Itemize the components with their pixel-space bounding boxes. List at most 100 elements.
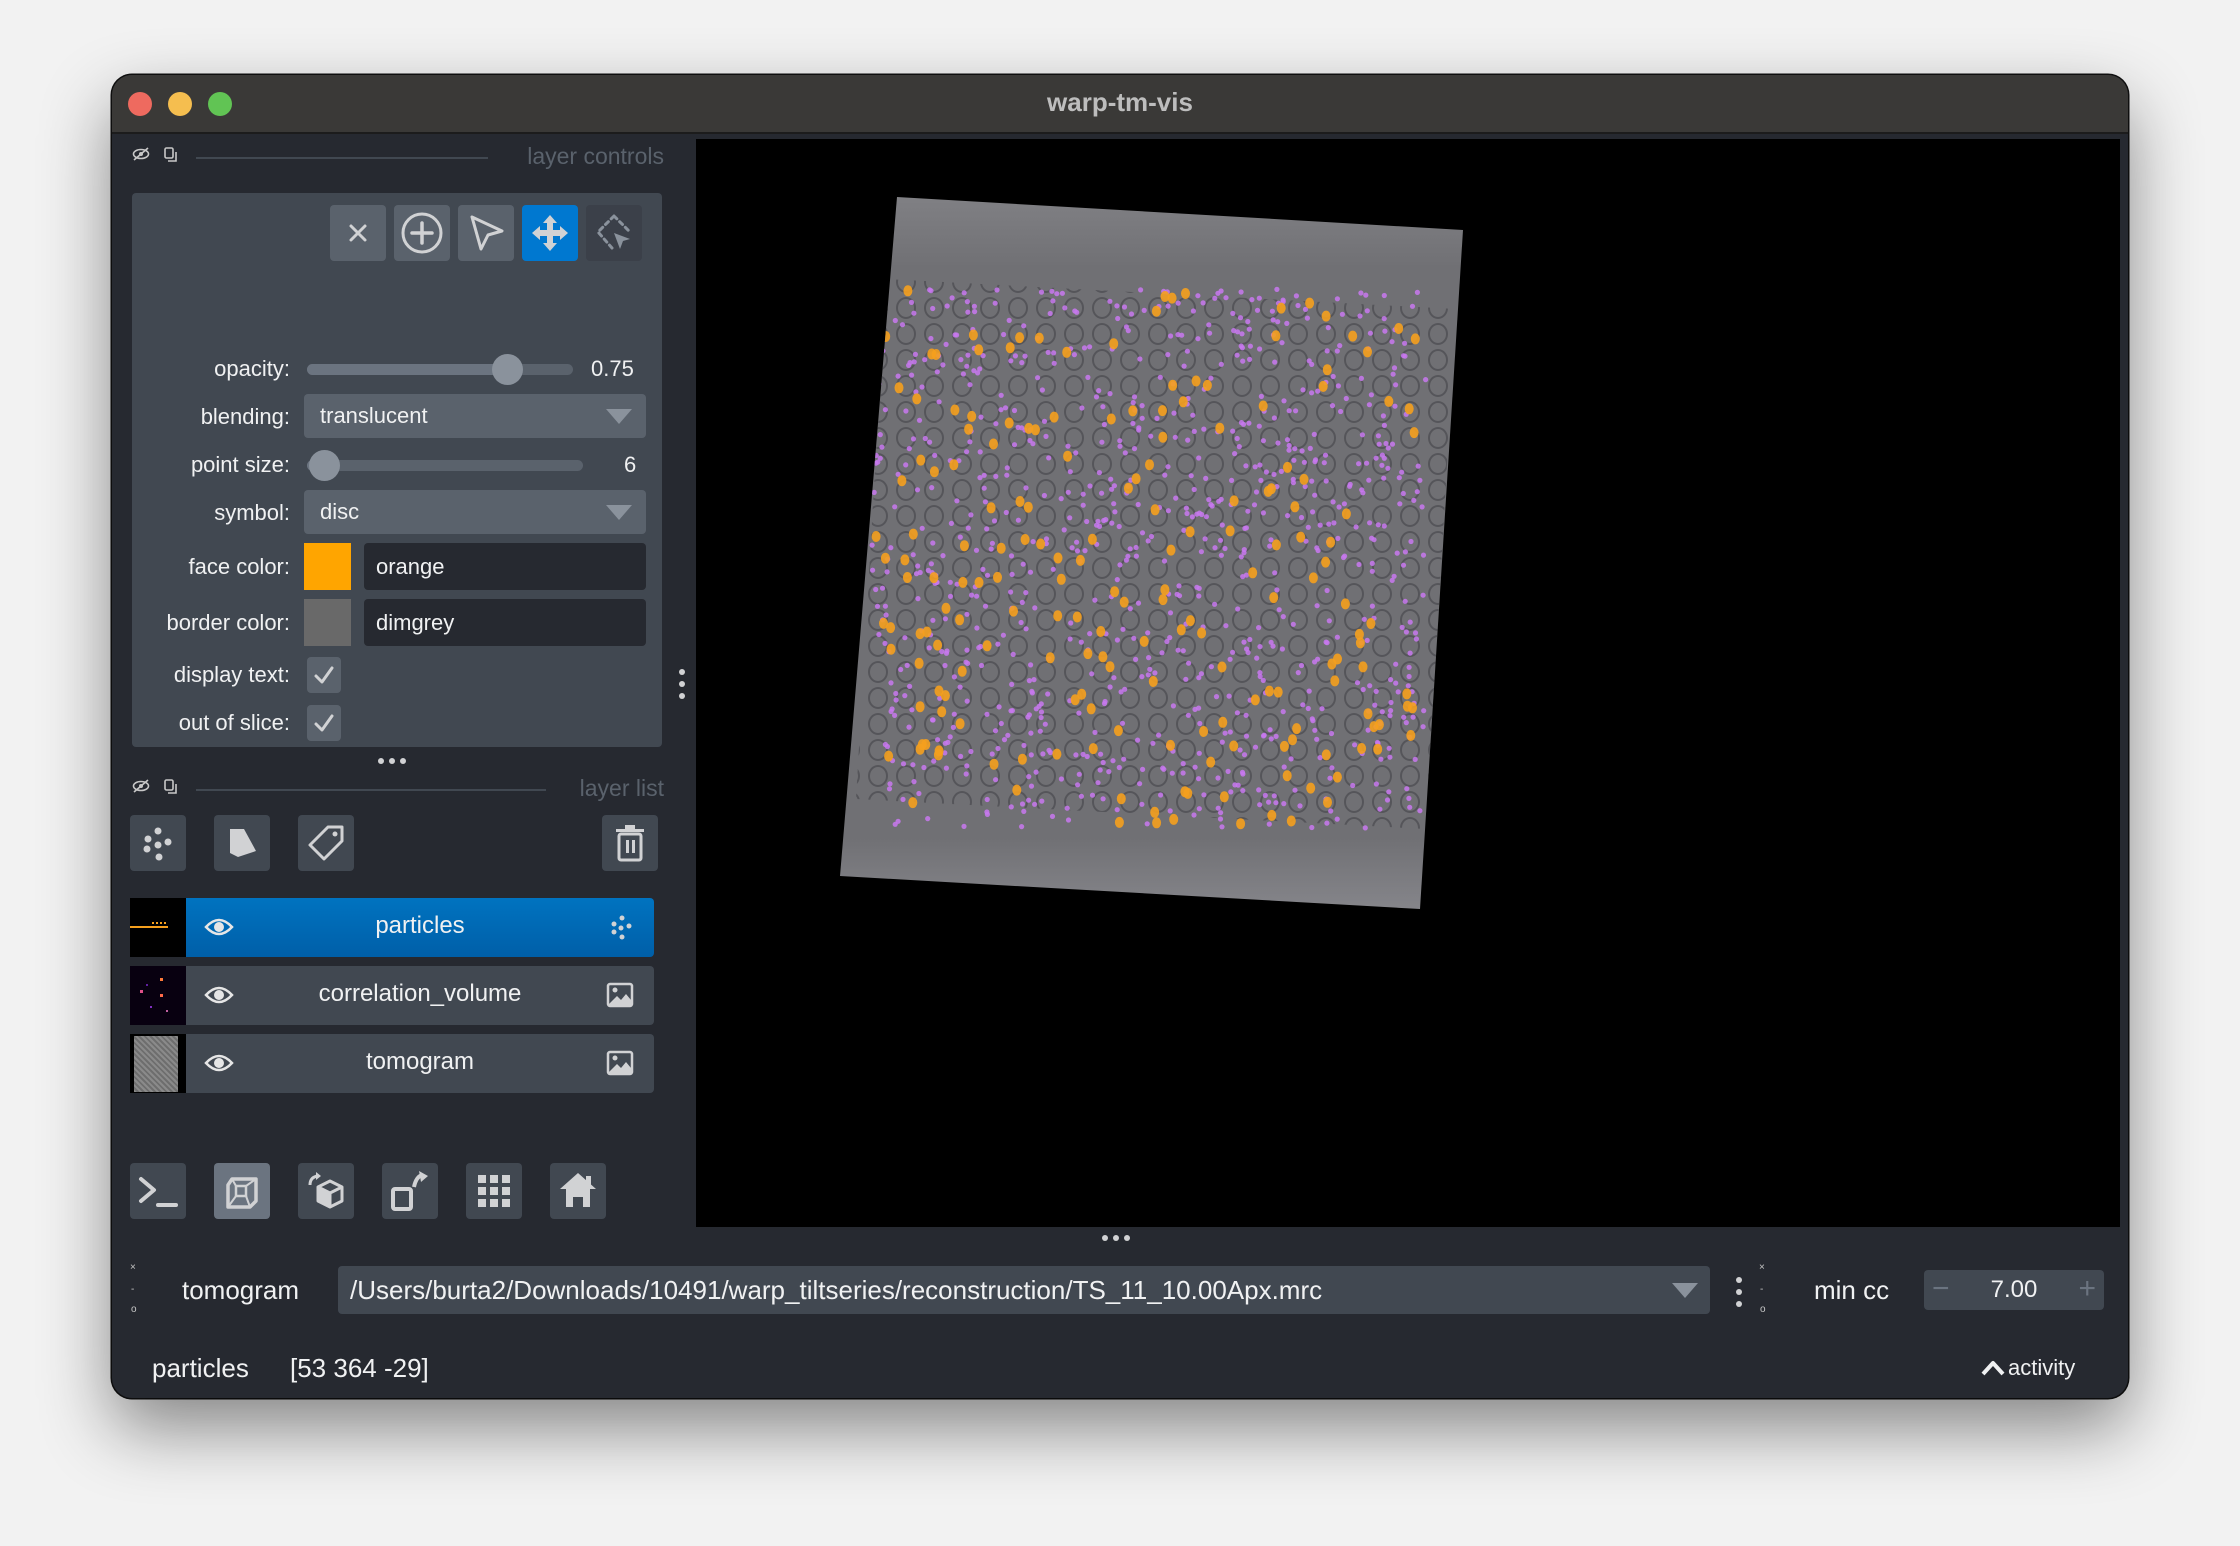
particle-point[interactable] xyxy=(1139,635,1149,647)
particle-point[interactable] xyxy=(1332,771,1342,783)
grid-view-button[interactable] xyxy=(466,1163,522,1219)
particle-point[interactable] xyxy=(1098,651,1108,663)
particle-point[interactable] xyxy=(1373,743,1383,755)
particle-point[interactable] xyxy=(1063,450,1073,462)
particle-point[interactable] xyxy=(1131,473,1141,485)
particle-point[interactable] xyxy=(1183,787,1193,799)
point-size-slider-handle[interactable] xyxy=(308,450,340,481)
particle-point[interactable] xyxy=(1218,716,1228,728)
particle-point[interactable] xyxy=(1250,694,1260,706)
particle-point[interactable] xyxy=(1305,297,1315,309)
particle-point[interactable] xyxy=(1106,413,1116,425)
particle-point[interactable] xyxy=(967,410,977,422)
particle-point[interactable] xyxy=(1348,330,1358,342)
dock-collapse-icon[interactable]: - xyxy=(1760,1285,1763,1295)
particle-point[interactable] xyxy=(940,690,950,702)
particle-point[interactable] xyxy=(1109,338,1119,350)
particle-point[interactable] xyxy=(871,531,881,542)
add-points-button[interactable] xyxy=(394,205,450,261)
particle-point[interactable] xyxy=(1020,534,1030,545)
particle-point[interactable] xyxy=(1150,806,1160,818)
particle-point[interactable] xyxy=(1119,596,1129,608)
particle-point[interactable] xyxy=(1178,396,1188,408)
particle-point[interactable] xyxy=(958,576,968,588)
particle-point[interactable] xyxy=(929,572,939,584)
particle-point[interactable] xyxy=(1017,753,1027,765)
particle-point[interactable] xyxy=(880,552,890,564)
particle-point[interactable] xyxy=(1229,740,1239,752)
dock-float-icon[interactable]: o xyxy=(131,1305,137,1315)
opacity-slider[interactable] xyxy=(307,354,573,385)
particle-point[interactable] xyxy=(982,640,992,652)
particle-point[interactable] xyxy=(1045,652,1055,664)
particle-point[interactable] xyxy=(986,502,996,514)
particle-point[interactable] xyxy=(1283,461,1292,473)
min-cc-spinbox[interactable]: − 7.00 + xyxy=(1924,1270,2104,1310)
particle-point[interactable] xyxy=(1158,594,1168,606)
delete-layer-button[interactable] xyxy=(602,815,658,871)
particle-point[interactable] xyxy=(1160,291,1170,302)
particle-point[interactable] xyxy=(1296,531,1306,543)
particle-point[interactable] xyxy=(1197,627,1207,639)
particle-point[interactable] xyxy=(1049,411,1059,423)
particle-point[interactable] xyxy=(1322,364,1332,376)
particle-point[interactable] xyxy=(1185,526,1195,538)
particle-point[interactable] xyxy=(900,554,910,566)
dock-close-icon[interactable]: × xyxy=(1759,1263,1765,1273)
particle-point[interactable] xyxy=(1114,816,1124,828)
particle-point[interactable] xyxy=(916,454,926,466)
particle-point[interactable] xyxy=(884,750,894,762)
particle-point[interactable] xyxy=(1151,305,1161,317)
particle-point[interactable] xyxy=(1166,739,1175,751)
particle-point[interactable] xyxy=(914,657,924,669)
particle-point[interactable] xyxy=(1269,592,1279,604)
particle-point[interactable] xyxy=(1206,756,1216,768)
particle-point[interactable] xyxy=(989,438,998,450)
layer-row-tomogram[interactable]: tomogram xyxy=(130,1034,654,1093)
particle-point[interactable] xyxy=(1217,661,1227,673)
particle-point[interactable] xyxy=(1128,405,1138,417)
pan-zoom-button[interactable] xyxy=(522,205,578,261)
particle-point[interactable] xyxy=(873,316,883,328)
toggle-3d-button[interactable] xyxy=(214,1163,270,1219)
particle-point[interactable] xyxy=(1185,615,1195,627)
canvas-splitter-handle[interactable] xyxy=(1102,1235,1130,1241)
particle-point[interactable] xyxy=(1366,618,1376,629)
particle-point[interactable] xyxy=(950,404,960,416)
particle-point[interactable] xyxy=(1056,573,1066,585)
particle-point[interactable] xyxy=(1267,809,1277,821)
dock-close-icon[interactable]: × xyxy=(130,1263,136,1273)
hide-dock-icon[interactable] xyxy=(132,779,150,798)
new-shapes-layer-button[interactable] xyxy=(214,815,270,871)
transform-button[interactable] xyxy=(586,205,642,261)
tomogram-view[interactable] xyxy=(696,139,2120,1227)
particle-point[interactable] xyxy=(1318,380,1328,392)
particle-point[interactable] xyxy=(1053,552,1063,564)
particle-point[interactable] xyxy=(964,423,974,435)
particle-point[interactable] xyxy=(941,602,951,614)
face-color-input[interactable]: orange xyxy=(364,543,646,590)
activity-toggle[interactable]: activity xyxy=(1980,1355,2075,1381)
particle-point[interactable] xyxy=(1024,422,1034,434)
particle-point[interactable] xyxy=(908,797,918,809)
particle-point[interactable] xyxy=(1083,648,1093,660)
float-dock-icon[interactable] xyxy=(164,147,178,168)
particle-point[interactable] xyxy=(872,354,882,366)
dock-collapse-icon[interactable]: - xyxy=(131,1285,134,1295)
particle-point[interactable] xyxy=(959,540,969,552)
particle-point[interactable] xyxy=(1323,796,1332,808)
particle-point[interactable] xyxy=(1286,815,1296,827)
particle-point[interactable] xyxy=(1357,743,1367,754)
particle-point[interactable] xyxy=(1406,730,1416,741)
particle-point[interactable] xyxy=(1306,782,1316,794)
float-dock-icon[interactable] xyxy=(164,779,178,800)
particle-point[interactable] xyxy=(1116,793,1126,805)
particle-point[interactable] xyxy=(1015,332,1025,344)
particle-point[interactable] xyxy=(1072,611,1082,623)
particle-point[interactable] xyxy=(881,331,891,342)
particle-point[interactable] xyxy=(1036,538,1046,550)
particle-point[interactable] xyxy=(1110,586,1120,598)
particle-point[interactable] xyxy=(1363,708,1373,720)
particle-point[interactable] xyxy=(1276,302,1286,314)
particle-point[interactable] xyxy=(974,344,984,356)
